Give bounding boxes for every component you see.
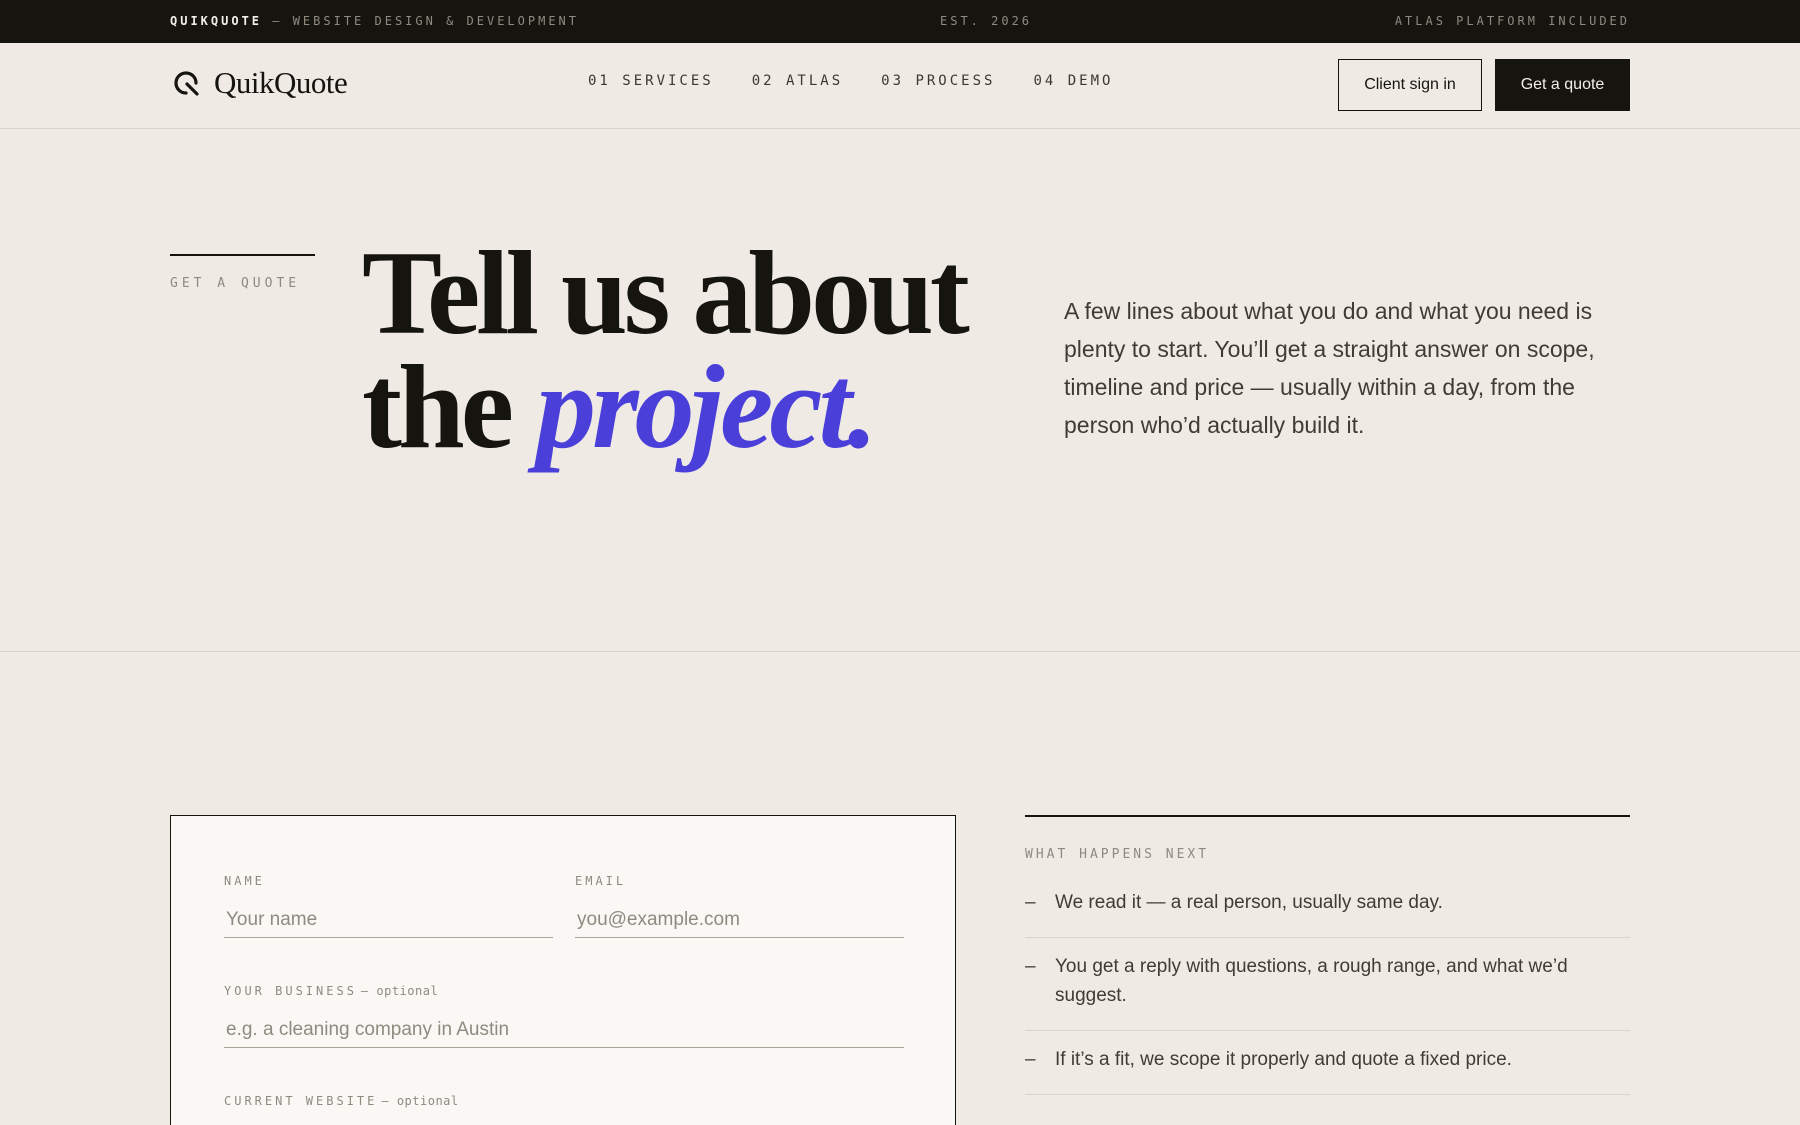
section-divider — [0, 651, 1800, 652]
list-item: – You get a reply with questions, a rough… — [1025, 938, 1630, 1031]
topbar-established: EST. 2026 — [940, 14, 1033, 28]
list-item-text: You get a reply with questions, a rough … — [1055, 956, 1568, 1006]
website-optional-tag: — optional — [381, 1094, 459, 1108]
hero-title: Tell us about the project. — [362, 233, 970, 467]
website-label: CURRENT WEBSITE — optional — [224, 1094, 459, 1108]
website-field: CURRENT WEBSITE — optional — [224, 1092, 904, 1110]
nav-item-services[interactable]: 01 SERVICES — [588, 73, 714, 89]
name-field: NAME — [224, 872, 553, 938]
next-steps-list: – We read it — a real person, usually sam… — [1025, 874, 1630, 1095]
main-nav: 01 SERVICES 02 ATLAS 03 PROCESS 04 DEMO — [588, 73, 1151, 89]
hero-description: A few lines about what you do and what y… — [1064, 298, 1595, 438]
name-label: NAME — [224, 874, 265, 888]
list-item: – If it’s a fit, we scope it properly and… — [1025, 1031, 1630, 1095]
topbar-platform-note: ATLAS PLATFORM INCLUDED — [1394, 14, 1630, 28]
dash-icon: – — [1025, 956, 1036, 977]
topbar-tagline: — WEBSITE DESIGN & DEVELOPMENT — [262, 14, 579, 28]
email-label: EMAIL — [575, 874, 627, 888]
business-label: YOUR BUSINESS — optional — [224, 984, 438, 998]
website-label-text: CURRENT WEBSITE — [224, 1094, 378, 1108]
name-input[interactable] — [224, 902, 553, 938]
hero-kicker: GET A QUOTE — [170, 276, 301, 291]
dash-icon: – — [1025, 892, 1036, 913]
email-input[interactable] — [575, 902, 904, 938]
next-steps-rule — [1025, 815, 1630, 817]
hero-rule — [170, 254, 315, 256]
list-item: – We read it — a real person, usually sam… — [1025, 874, 1630, 938]
nav-item-process[interactable]: 03 PROCESS — [881, 73, 995, 89]
logo-q-icon — [174, 71, 199, 96]
client-sign-in-button[interactable]: Client sign in — [1338, 59, 1482, 111]
quote-form: NAME EMAIL YOUR BUSINESS— optional CURRE… — [170, 815, 956, 1125]
logo[interactable]: QuikQuote — [170, 65, 348, 101]
nav-item-atlas[interactable]: 02 ATLAS — [752, 73, 843, 89]
announcement-bar: QUIKQUOTE — WEBSITE DESIGN & DEVELOPMENT… — [0, 0, 1800, 43]
hero-title-accent: project. — [535, 340, 878, 473]
site-header: QuikQuote 01 SERVICES 02 ATLAS 03 PROCES… — [0, 43, 1800, 129]
get-a-quote-button[interactable]: Get a quote — [1495, 59, 1630, 111]
business-label-text: YOUR BUSINESS — [224, 984, 357, 998]
business-field: YOUR BUSINESS — optional — [224, 982, 904, 1048]
dash-icon: – — [1025, 1049, 1036, 1070]
business-input[interactable] — [224, 1012, 904, 1048]
list-item-text: If it’s a fit, we scope it properly and … — [1055, 1049, 1512, 1070]
business-optional-tag: — optional — [360, 984, 439, 998]
email-field: EMAIL — [575, 872, 904, 938]
nav-item-demo[interactable]: 04 DEMO — [1033, 73, 1113, 89]
next-steps-title: WHAT HAPPENS NEXT — [1025, 847, 1210, 862]
logo-text: QuikQuote — [214, 65, 348, 100]
topbar-brand: QUIKQUOTE — [170, 14, 263, 28]
topbar-brand-line: QUIKQUOTE — WEBSITE DESIGN & DEVELOPMENT — [170, 14, 579, 28]
hero-title-line2: the — [362, 340, 536, 473]
list-item-text: We read it — a real person, usually same… — [1055, 892, 1443, 913]
